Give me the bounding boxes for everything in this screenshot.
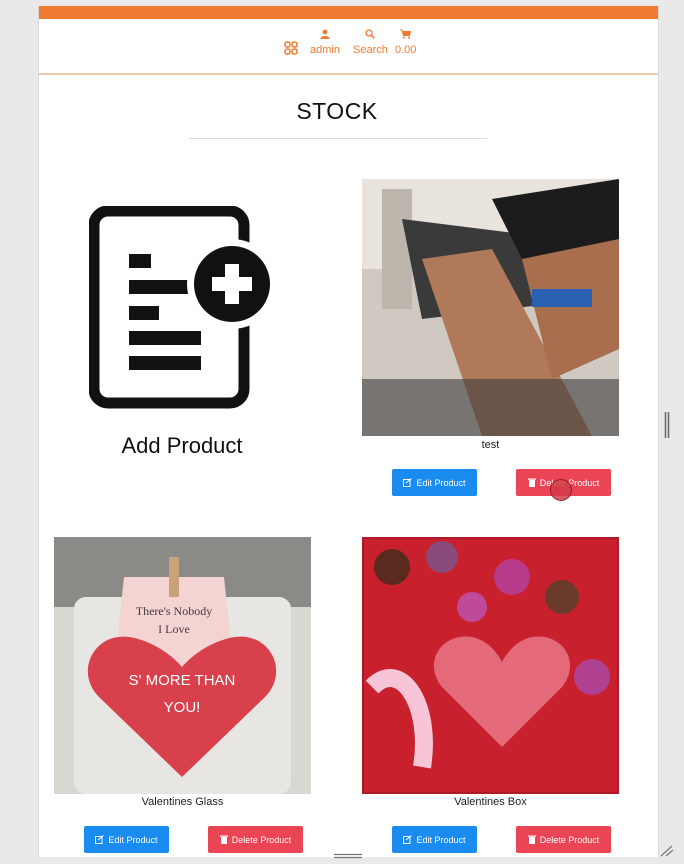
edit-icon — [403, 478, 413, 487]
product-photo: There's Nobody I Love S' MORE THAN YOU! — [54, 537, 311, 794]
shopping-cart-icon — [400, 29, 412, 39]
product-image-test[interactable] — [362, 179, 619, 436]
trash-icon — [219, 835, 228, 844]
user-icon — [320, 29, 330, 39]
edit-icon — [403, 835, 413, 844]
page-container: admin Search 0.00 STOCK Add Product test… — [38, 6, 659, 857]
document-add-icon — [88, 205, 277, 409]
delete-product-label: Delete Product — [539, 834, 600, 845]
nav-user[interactable]: admin — [310, 29, 340, 56]
product-photo — [362, 179, 619, 436]
product-image-valentines-glass[interactable]: There's Nobody I Love S' MORE THAN YOU! — [54, 537, 311, 794]
trash-icon — [527, 478, 536, 487]
drag-handle-icon — [664, 412, 670, 438]
menu-button[interactable] — [284, 41, 298, 60]
product-image-valentines-box[interactable] — [362, 537, 619, 794]
nav-cart[interactable]: 0.00 — [395, 29, 416, 56]
edit-product-label: Edit Product — [416, 477, 466, 488]
top-accent-bar — [39, 6, 658, 19]
bottom-drag-handle[interactable] — [334, 846, 362, 859]
image-text-line-2: I Love — [158, 622, 190, 636]
delete-product-button[interactable]: Delete Product — [208, 826, 303, 853]
page-title: STOCK — [296, 98, 378, 124]
title-divider — [189, 138, 487, 139]
side-drag-handle[interactable] — [664, 412, 670, 443]
nav-cart-total: 0.00 — [395, 44, 417, 56]
nav-user-label: admin — [310, 44, 340, 56]
edit-product-label: Edit Product — [416, 834, 466, 845]
edit-product-button[interactable]: Edit Product — [84, 826, 169, 853]
product-name: Valentines Glass — [141, 796, 224, 808]
image-text-line-4: YOU! — [164, 699, 201, 716]
image-text-line-1: There's Nobody — [136, 604, 212, 618]
delete-product-label: Delete Product — [231, 834, 292, 845]
edit-icon — [95, 835, 105, 844]
nav-search[interactable]: Search — [353, 29, 388, 56]
grid-icon — [284, 41, 298, 55]
product-photo — [362, 537, 619, 794]
image-text-line-3: S' MORE THAN — [129, 672, 236, 689]
edit-product-button[interactable]: Edit Product — [392, 826, 477, 853]
drag-handle-icon — [334, 853, 362, 859]
search-icon — [365, 29, 376, 39]
trash-icon — [527, 835, 536, 844]
delete-product-button[interactable]: Delete Product — [516, 826, 611, 853]
touch-indicator — [550, 479, 572, 501]
edit-product-label: Edit Product — [108, 834, 158, 845]
product-name: Valentines Box — [454, 796, 527, 808]
resize-icon — [660, 845, 674, 857]
navbar: admin Search 0.00 — [39, 19, 658, 75]
product-name: test — [481, 439, 500, 451]
add-product-card[interactable] — [88, 205, 277, 415]
edit-product-button[interactable]: Edit Product — [392, 469, 477, 496]
resize-grip[interactable] — [660, 844, 674, 862]
nav-search-label: Search — [353, 44, 388, 56]
add-product-label[interactable]: Add Product — [79, 433, 285, 459]
